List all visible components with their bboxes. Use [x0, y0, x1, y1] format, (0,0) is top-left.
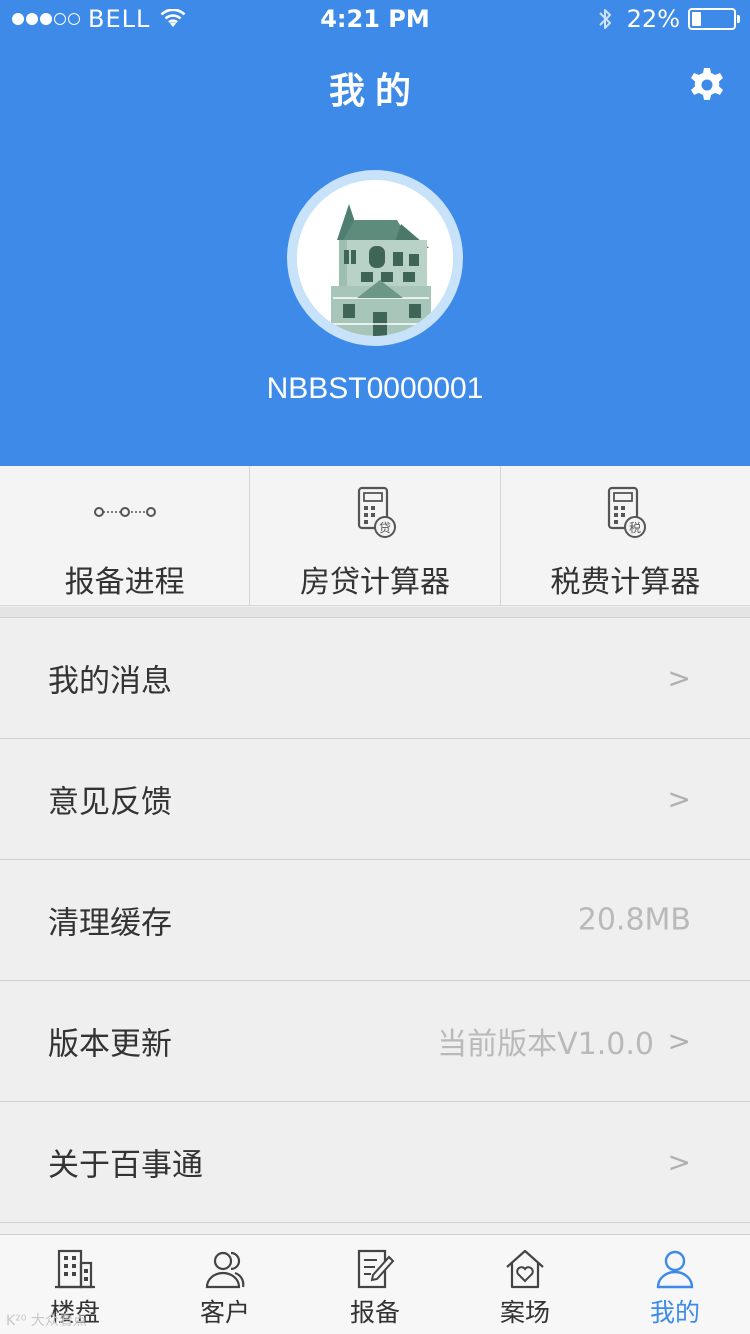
menu-item-label: 版本更新 — [48, 1026, 172, 1063]
user-icon — [656, 1250, 694, 1289]
menu-item-label: 我的消息 — [48, 663, 172, 700]
battery-icon — [688, 8, 740, 30]
current-version-value: 当前版本V1.0.0 — [437, 1027, 654, 1062]
gear-icon[interactable] — [688, 66, 726, 104]
profile-header: BELL 4:21 PM 22% 我的 NBBST0000001 — [0, 0, 750, 466]
cache-size-value: 20.8MB — [577, 902, 691, 938]
tab-label: 客户 — [199, 1298, 250, 1327]
chevron-right-icon: > — [667, 782, 691, 816]
section-divider — [0, 607, 750, 618]
settings-list: 我的消息 > 意见反馈 > 清理缓存 20.8MB 版本更新 当前版本V1.0.… — [0, 618, 750, 1223]
bottom-tab-bar: 楼盘 客户 报备 案场 我的 — [0, 1234, 750, 1334]
tab-profile[interactable]: 我的 — [600, 1235, 750, 1334]
tab-label: 案场 — [499, 1298, 550, 1327]
tab-report[interactable]: 报备 — [300, 1235, 450, 1334]
house-illustration — [297, 180, 453, 336]
watermark: K²⁰ 大众看点 — [6, 1313, 87, 1329]
status-bar: BELL 4:21 PM 22% — [0, 0, 750, 40]
username: NBBST0000001 — [266, 372, 484, 405]
tool-report-progress[interactable]: 报备进程 — [0, 466, 249, 605]
battery-fill — [692, 12, 701, 26]
tool-loan-calculator[interactable]: 贷 房贷计算器 — [249, 466, 499, 605]
report-edit-icon — [357, 1249, 395, 1289]
menu-item-version-update[interactable]: 版本更新 当前版本V1.0.0 > — [0, 981, 750, 1102]
menu-item-label: 清理缓存 — [48, 905, 172, 942]
tab-label: 报备 — [349, 1298, 400, 1327]
tool-label: 报备进程 — [64, 565, 185, 600]
tool-badge: 税 — [629, 521, 641, 535]
avatar[interactable] — [287, 170, 463, 346]
menu-item-label: 关于百事通 — [48, 1147, 203, 1184]
menu-item-label: 意见反馈 — [48, 784, 172, 821]
chevron-right-icon: > — [667, 1145, 691, 1179]
menu-item-messages[interactable]: 我的消息 > — [0, 618, 750, 739]
menu-item-clear-cache[interactable]: 清理缓存 20.8MB — [0, 860, 750, 981]
tab-customers[interactable]: 客户 — [150, 1235, 300, 1334]
loan-calculator-icon: 贷 — [357, 486, 396, 538]
tax-calculator-icon: 税 — [608, 486, 647, 538]
customers-icon — [205, 1251, 245, 1289]
tab-label: 我的 — [649, 1298, 700, 1327]
tool-label: 房贷计算器 — [299, 565, 450, 600]
progress-steps-icon — [93, 507, 156, 517]
tool-badge: 贷 — [379, 521, 391, 535]
chevron-right-icon: > — [667, 661, 691, 695]
tool-tax-calculator[interactable]: 税 税费计算器 — [499, 466, 750, 605]
battery-percent: 22% — [626, 5, 680, 33]
building-icon — [55, 1249, 95, 1289]
house-heart-icon — [506, 1249, 544, 1289]
quick-tools: 报备进程 贷 房贷计算器 税 税费计算器 — [0, 466, 750, 606]
house-avatar-image — [297, 180, 453, 336]
chevron-right-icon: > — [667, 1024, 691, 1058]
bluetooth-icon — [598, 9, 611, 29]
page-title: 我的 — [328, 71, 421, 112]
status-right: 22% — [597, 5, 740, 33]
tool-label: 税费计算器 — [550, 565, 701, 600]
menu-item-feedback[interactable]: 意见反馈 > — [0, 739, 750, 860]
menu-item-about[interactable]: 关于百事通 > — [0, 1102, 750, 1223]
tab-site[interactable]: 案场 — [450, 1235, 600, 1334]
